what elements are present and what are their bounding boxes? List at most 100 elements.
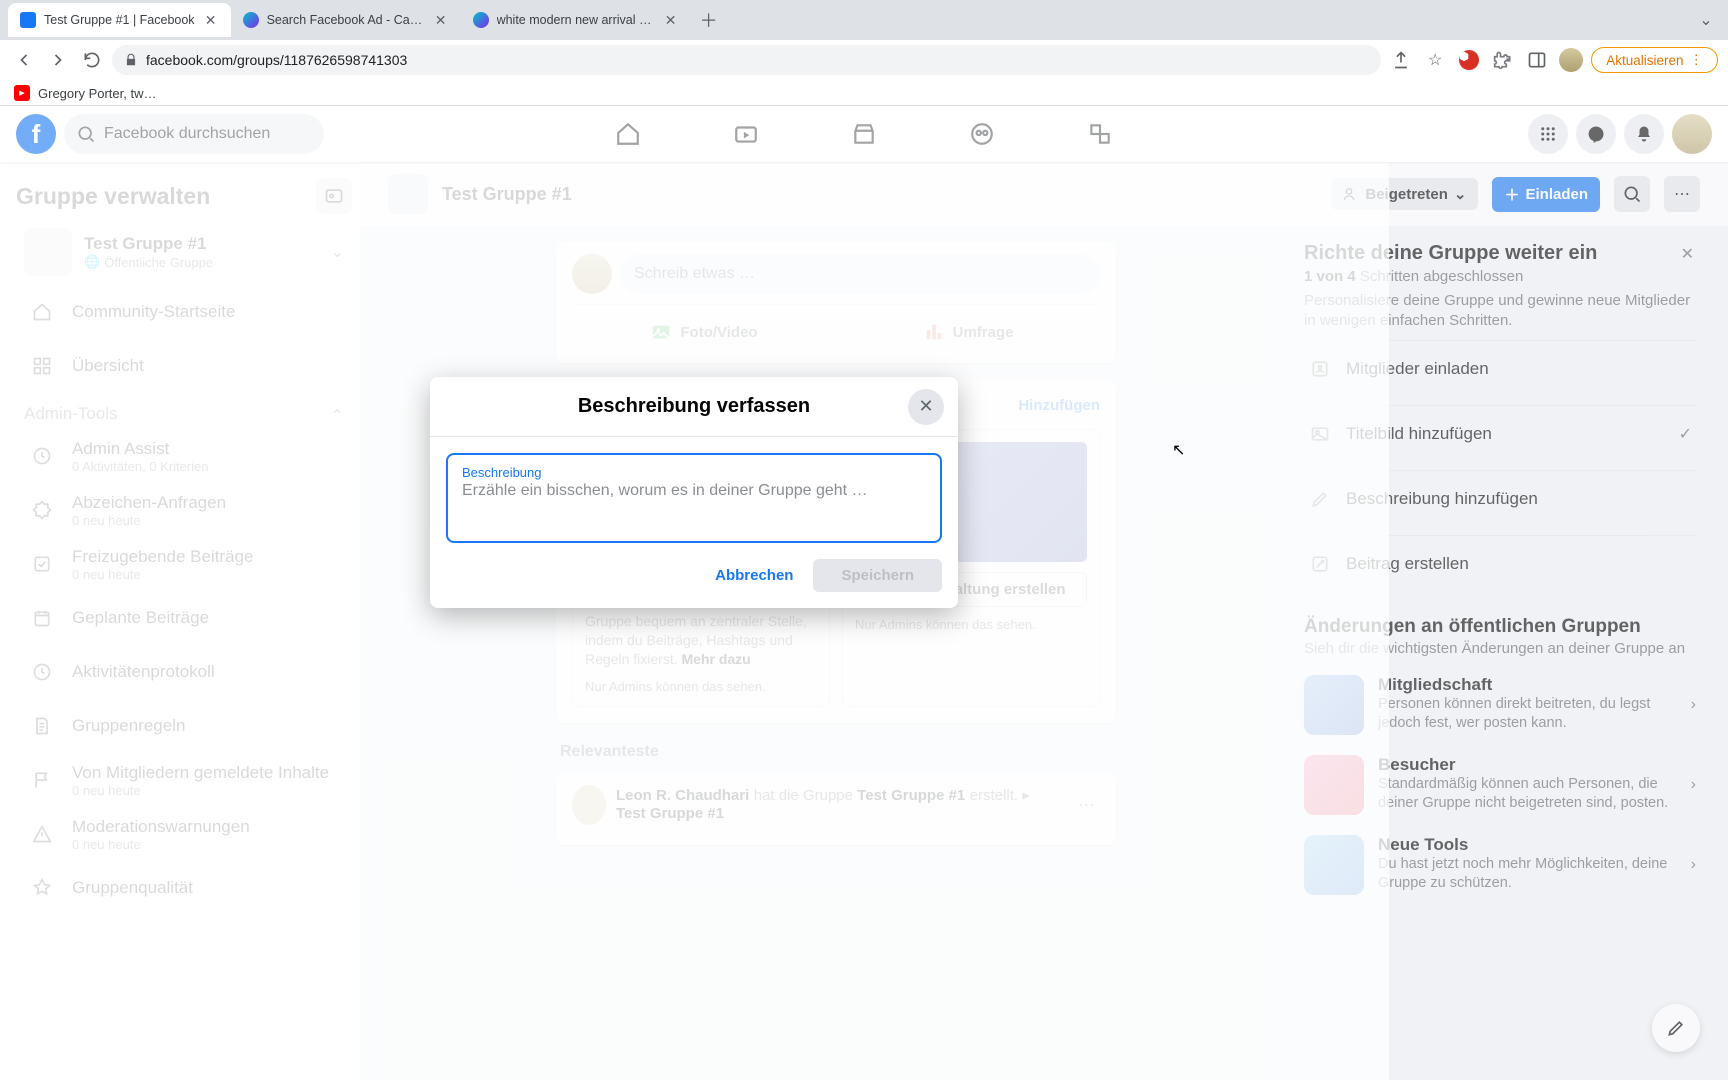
url-bar[interactable]: facebook.com/groups/1187626598741303 bbox=[112, 45, 1381, 75]
search-group-button[interactable] bbox=[1614, 176, 1650, 212]
save-button[interactable]: Speichern bbox=[813, 559, 942, 592]
compose-placeholder: Schreib etwas … bbox=[634, 265, 755, 283]
setup-close-icon[interactable]: ✕ bbox=[1679, 242, 1696, 266]
tab-canva-search[interactable]: Search Facebook Ad - Canva ✕ bbox=[231, 3, 461, 37]
new-tab-button[interactable]: ＋ bbox=[695, 6, 723, 34]
post-group-name[interactable]: Test Gruppe #1 bbox=[857, 787, 965, 804]
sidebar-item-group-rules[interactable]: Gruppenregeln bbox=[16, 700, 352, 752]
sidebar-item-admin-assist[interactable]: Admin Assist 0 Aktivitäten, 0 Kriterien bbox=[16, 430, 352, 482]
facebook-search[interactable]: Facebook durchsuchen bbox=[64, 114, 324, 154]
reload-button[interactable] bbox=[78, 46, 106, 74]
sidebar-item-sublabel: 0 neu heute bbox=[72, 837, 250, 852]
notifications-icon[interactable] bbox=[1624, 114, 1664, 154]
changes-item-tools[interactable]: Neue Tools Du hast jetzt noch mehr Mögli… bbox=[1300, 825, 1700, 905]
invite-icon bbox=[1308, 357, 1332, 381]
post-more-icon[interactable]: ⋯ bbox=[1073, 789, 1100, 821]
sidebar-item-badge-requests[interactable]: Abzeichen-Anfragen 0 neu heute bbox=[16, 484, 352, 536]
sort-label[interactable]: Relevanteste bbox=[556, 739, 1116, 773]
changes-item-desc: Du hast jetzt noch mehr Möglichkeiten, d… bbox=[1378, 855, 1677, 894]
post-author-avatar[interactable] bbox=[572, 785, 606, 825]
nav-marketplace-icon[interactable] bbox=[809, 110, 919, 158]
tab-facebook[interactable]: Test Gruppe #1 | Facebook ✕ bbox=[8, 3, 231, 37]
facebook-logo[interactable]: f bbox=[16, 114, 56, 154]
new-post-fab[interactable] bbox=[1652, 1004, 1700, 1052]
compose-photo-button[interactable]: Foto/Video bbox=[572, 313, 836, 351]
update-label: Aktualisieren bbox=[1606, 53, 1683, 68]
setup-item-cover[interactable]: Titelbild hinzufügen ✓ bbox=[1304, 405, 1696, 462]
bookmark-star-icon[interactable]: ☆ bbox=[1421, 46, 1449, 74]
setup-item-invite[interactable]: Mitglieder einladen bbox=[1304, 340, 1696, 397]
user-avatar[interactable] bbox=[1672, 114, 1712, 154]
modal-close-button[interactable]: ✕ bbox=[908, 389, 944, 425]
youtube-icon bbox=[14, 85, 30, 101]
compose-poll-button[interactable]: Umfrage bbox=[836, 313, 1100, 351]
sidebar-item-label: Übersicht bbox=[72, 356, 144, 376]
sidebar-item-reported-content[interactable]: Von Mitgliedern gemeldete Inhalte 0 neu … bbox=[16, 754, 352, 806]
edit-icon bbox=[1666, 1018, 1686, 1038]
forward-button[interactable] bbox=[44, 46, 72, 74]
user-avatar[interactable] bbox=[572, 254, 612, 294]
sidebar-group-selector[interactable]: Test Gruppe #1 🌐Öffentliche Gruppe ⌄ bbox=[16, 220, 352, 284]
changes-item-visitors[interactable]: Besucher Standardmäßig können auch Perso… bbox=[1300, 745, 1700, 825]
tab-title: Test Gruppe #1 | Facebook bbox=[44, 13, 195, 27]
setup-item-post[interactable]: Beitrag erstellen bbox=[1304, 535, 1696, 592]
sidebar-item-pending-posts[interactable]: Freizugebende Beiträge 0 neu heute bbox=[16, 538, 352, 590]
sidebar-item-label: Geplante Beiträge bbox=[72, 608, 209, 628]
modal-title: Beschreibung verfassen bbox=[578, 395, 810, 418]
extensions-icon[interactable] bbox=[1489, 46, 1517, 74]
adblock-icon[interactable]: ⬢ bbox=[1455, 46, 1483, 74]
tab-close-icon[interactable]: ✕ bbox=[433, 12, 449, 28]
group-thumbnail bbox=[24, 228, 72, 276]
description-textarea[interactable] bbox=[462, 480, 926, 526]
featured-add-button[interactable]: Hinzufügen bbox=[1018, 397, 1100, 414]
menu-grid-icon[interactable] bbox=[1528, 114, 1568, 154]
sidebar-item-moderation-alerts[interactable]: Moderationswarnungen 0 neu heute bbox=[16, 808, 352, 860]
setup-progress-label: Schritten abgeschlossen bbox=[1360, 268, 1523, 285]
tab-close-icon[interactable]: ✕ bbox=[203, 12, 219, 28]
sidebar-item-activity-log[interactable]: Aktivitätenprotokoll bbox=[16, 646, 352, 698]
overview-icon bbox=[24, 348, 60, 384]
more-link[interactable]: Mehr dazu bbox=[681, 651, 750, 667]
bookmark-label[interactable]: Gregory Porter, tw… bbox=[38, 86, 156, 101]
sidebar-settings-icon[interactable] bbox=[316, 178, 352, 214]
sidebar-item-group-quality[interactable]: Gruppenqualität bbox=[16, 862, 352, 914]
tab-canva-design[interactable]: white modern new arrival watc ✕ bbox=[461, 3, 691, 37]
chevron-right-icon: › bbox=[1691, 856, 1696, 874]
update-button[interactable]: Aktualisieren ⋮ bbox=[1591, 47, 1718, 73]
facebook-nav bbox=[573, 110, 1155, 158]
description-field[interactable]: Beschreibung bbox=[446, 453, 942, 543]
sidebar-item-scheduled-posts[interactable]: Geplante Beiträge bbox=[16, 592, 352, 644]
profile-avatar[interactable] bbox=[1557, 46, 1585, 74]
nav-groups-icon[interactable] bbox=[927, 110, 1037, 158]
sidepanel-icon[interactable] bbox=[1523, 46, 1551, 74]
cancel-button[interactable]: Abbrechen bbox=[701, 559, 807, 592]
more-options-button[interactable]: ⋯ bbox=[1664, 176, 1700, 212]
photo-label: Foto/Video bbox=[680, 324, 757, 341]
joined-label: Beigetreten bbox=[1365, 186, 1448, 203]
sidebar-item-sublabel: 0 neu heute bbox=[72, 567, 253, 582]
section-label: Admin-Tools bbox=[24, 404, 118, 424]
setup-item-description[interactable]: Beschreibung hinzufügen bbox=[1304, 470, 1696, 527]
tab-close-icon[interactable]: ✕ bbox=[663, 12, 679, 28]
invite-button[interactable]: ＋ Einladen bbox=[1492, 177, 1600, 212]
changes-item-membership[interactable]: Mitgliedschaft Personen können direkt be… bbox=[1300, 665, 1700, 745]
tabs-dropdown-icon[interactable]: ⌄ bbox=[1692, 6, 1720, 34]
nav-watch-icon[interactable] bbox=[691, 110, 801, 158]
quality-icon bbox=[24, 870, 60, 906]
sidebar-item-overview[interactable]: Übersicht bbox=[16, 340, 352, 392]
joined-button[interactable]: Beigetreten ⌄ bbox=[1331, 178, 1478, 210]
messenger-icon[interactable] bbox=[1576, 114, 1616, 154]
home-icon bbox=[24, 294, 60, 330]
nav-gaming-icon[interactable] bbox=[1045, 110, 1155, 158]
post-crumb-group[interactable]: Test Gruppe #1 bbox=[616, 805, 724, 822]
nav-home-icon[interactable] bbox=[573, 110, 683, 158]
sidebar-item-community-home[interactable]: Community-Startseite bbox=[16, 286, 352, 338]
back-button[interactable] bbox=[10, 46, 38, 74]
compose-input[interactable]: Schreib etwas … bbox=[620, 254, 1100, 294]
post-author-name[interactable]: Leon R. Chaudhari bbox=[616, 787, 749, 804]
share-icon[interactable] bbox=[1387, 46, 1415, 74]
lock-icon bbox=[124, 53, 138, 67]
admin-only-note: Nur Admins können das sehen. bbox=[585, 679, 817, 694]
sidebar-section-admin-tools[interactable]: Admin-Tools ⌄ bbox=[16, 392, 352, 428]
chevron-down-icon: ⌄ bbox=[331, 242, 344, 262]
